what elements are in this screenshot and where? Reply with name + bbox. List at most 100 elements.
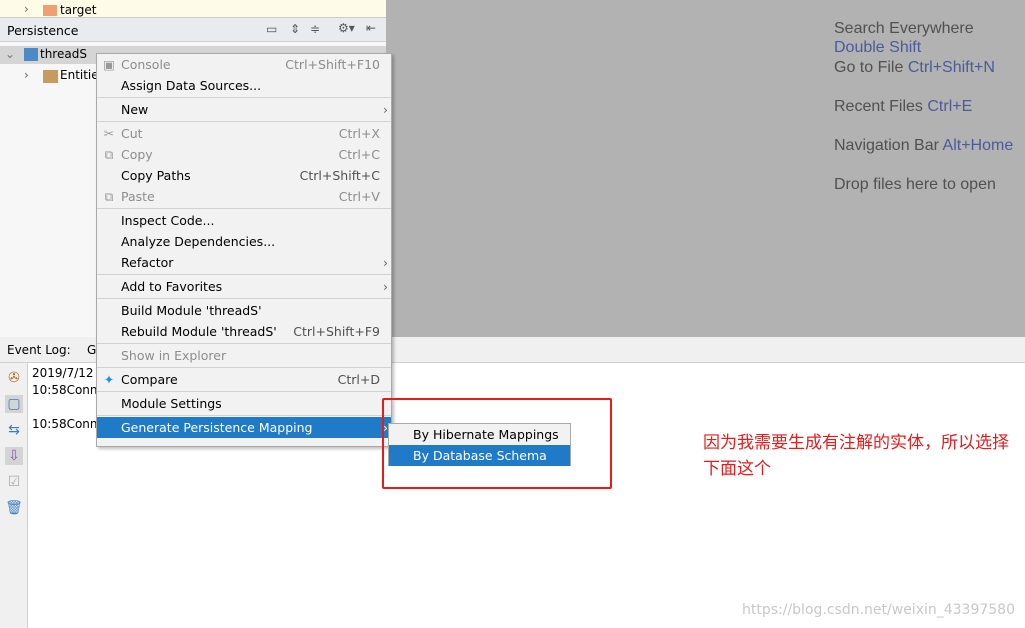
persistence-header: Persistence ▭ ⇕ ≑ ⚙▾ ⇤ [0,18,386,42]
menu-item-inspect-code[interactable]: Inspect Code... [97,210,391,231]
menu-separator [97,343,391,344]
menu-item-module-settings[interactable]: Module Settings [97,393,391,414]
menu-item-cut[interactable]: ✂ Cut Ctrl+X [97,123,391,144]
menu-item-icon: ✂ [103,126,115,141]
menu-item-icon: ✦ [103,372,115,387]
menu-item-label: Copy Paths [121,168,191,183]
menu-item-console[interactable]: ▣ Console Ctrl+Shift+F10 [97,54,391,75]
hint-shortcut: Double Shift [834,39,922,56]
menu-item-icon: ▣ [103,57,115,72]
chevron-right-icon: › [383,279,388,294]
menu-item-shortcut: Ctrl+D [337,372,380,387]
menu-separator [97,97,391,98]
chevron-right-icon: › [383,102,388,117]
menu-item-rebuild-module-threads[interactable]: Rebuild Module 'threadS' Ctrl+Shift+F9 [97,321,391,342]
menu-item-label: Rebuild Module 'threadS' [121,324,277,339]
menu-item-label: Inspect Code... [121,213,215,228]
menu-item-copy-paths[interactable]: Copy Paths Ctrl+Shift+C [97,165,391,186]
log-line: 10:58Conne [32,383,105,397]
menu-separator [97,274,391,275]
menu-item-paste[interactable]: ⧉ Paste Ctrl+V [97,186,391,207]
balloon-icon[interactable]: ▢ [5,395,23,413]
menu-item-build-module-threads[interactable]: Build Module 'threadS' [97,300,391,321]
log-line: 2019/7/12 [32,366,94,380]
menu-item-show-in-explorer[interactable]: Show in Explorer [97,345,391,366]
mark-read-icon[interactable]: ☑ [5,473,23,491]
menu-item-label: Generate Persistence Mapping [121,420,313,435]
collapse-all-icon[interactable]: ≑ [310,22,320,36]
menu-separator [97,415,391,416]
hide-icon[interactable]: ⇤ [366,21,376,35]
tree-item-entities[interactable]: Entitie [60,68,99,82]
menu-item-label: New [121,102,149,117]
annotation-note: 因为我需要生成有注解的实体，所以选择下面这个 [703,433,1009,479]
ql-console-icon[interactable]: ▭ [266,22,277,36]
event-log-toolbar: ✇ ▢ ⇆ ⇩ ☑ 🗑 [0,363,28,628]
gear-icon[interactable]: ⚙▾ [338,21,355,35]
expand-all-icon[interactable]: ⇕ [290,22,300,36]
panel-title: Persistence [7,23,79,38]
menu-item-label: Add to Favorites [121,279,223,294]
annotation-highlight-box [382,398,612,489]
menu-item-add-to-favorites[interactable]: Add to Favorites › [97,276,391,297]
project-tree-strip: › target [0,0,386,18]
watermark: https://blog.csdn.net/weixin_43397580 [741,602,1015,618]
chevron-down-icon[interactable]: ⌄ [5,47,15,61]
module-icon [24,48,38,61]
menu-item-icon: ⧉ [104,189,114,204]
editor-hint: Search Everywhere Double Shift [834,19,1019,57]
menu-separator [97,208,391,209]
context-menu: ▣ Console Ctrl+Shift+F10 Assign Data Source… [96,53,392,447]
event-log-tab[interactable]: G [87,343,96,357]
menu-item-icon: ⧉ [104,147,114,162]
hint-shortcut: Alt+Home [942,137,1014,154]
chevron-right-icon[interactable]: › [24,68,29,82]
menu-separator [97,298,391,299]
menu-item-analyze-dependencies[interactable]: Analyze Dependencies... [97,231,391,252]
hint-text: Navigation Bar [834,137,943,154]
editor-hint: Navigation Bar Alt+Home [834,136,1019,155]
scroll-to-end-icon[interactable]: ⇩ [5,447,23,465]
hint-shortcut: Ctrl+E [927,98,973,115]
menu-item-refactor[interactable]: Refactor › [97,252,391,273]
menu-separator [97,391,391,392]
log-line: 10:58Conne [32,417,105,431]
menu-item-assign-data-sources[interactable]: Assign Data Sources... [97,75,391,96]
menu-item-shortcut: Ctrl+Shift+F9 [293,324,380,339]
menu-separator [97,367,391,368]
menu-item-label: Module Settings [121,396,222,411]
settings-icon[interactable]: ✇ [5,369,23,387]
tree-item-target[interactable]: target [60,3,97,17]
menu-item-label: Cut [121,126,143,141]
hint-text: Recent Files [834,98,928,115]
editor-hint: Drop files here to open [834,175,1019,194]
menu-item-copy[interactable]: ⧉ Copy Ctrl+C [97,144,391,165]
menu-item-label: Compare [121,372,178,387]
chevron-right-icon[interactable]: › [24,2,29,16]
trash-icon[interactable]: 🗑 [5,499,23,517]
editor-hint: Recent Files Ctrl+E [834,97,1019,116]
menu-item-label: Show in Explorer [121,348,227,363]
chevron-right-icon: › [383,255,388,270]
menu-item-generate-persistence-mapping[interactable]: Generate Persistence Mapping › [97,417,391,438]
menu-item-label: Copy [121,147,153,162]
menu-item-label: Build Module 'threadS' [121,303,262,318]
event-log-title: Event Log: [7,343,71,357]
menu-item-shortcut: Ctrl+Shift+C [299,168,380,183]
menu-separator [97,121,391,122]
menu-item-label: Refactor [121,255,174,270]
menu-item-shortcut: Ctrl+C [338,147,380,162]
menu-item-label: Paste [121,189,155,204]
soft-wraps-icon[interactable]: ⇆ [5,421,23,439]
hint-text: Search Everywhere [834,20,974,37]
menu-item-new[interactable]: New › [97,99,391,120]
entities-icon [43,70,58,83]
hint-text: Go to File [834,59,908,76]
folder-icon [43,5,57,16]
hint-shortcut: Ctrl+Shift+N [907,59,995,76]
menu-item-shortcut: Ctrl+Shift+F10 [285,57,380,72]
menu-item-shortcut: Ctrl+X [338,126,380,141]
menu-item-compare[interactable]: ✦ Compare Ctrl+D [97,369,391,390]
tree-item-module[interactable]: threadS [40,47,87,61]
menu-item-shortcut: Ctrl+V [338,189,380,204]
